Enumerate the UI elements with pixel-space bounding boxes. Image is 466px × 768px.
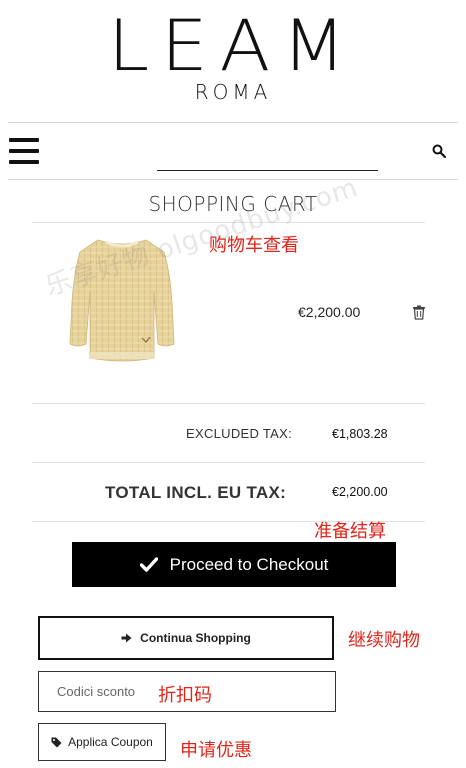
annotation-continue-shopping: 继续购物 (348, 630, 420, 651)
divider (32, 403, 425, 404)
annotation-apply-coupon: 申请优惠 (180, 740, 252, 761)
checkout-button-label: Proceed to Checkout (169, 554, 329, 574)
excluded-tax-label: EXCLUDED TAX: (186, 426, 293, 441)
header-divider-top (8, 122, 458, 123)
total-value: €2,200.00 (332, 485, 388, 499)
arrow-right-icon (121, 633, 132, 643)
annotation-prepare-checkout: 准备结算 (314, 521, 386, 542)
menu-icon[interactable] (9, 138, 39, 164)
continue-shopping-label: Continua Shopping (140, 631, 251, 645)
check-icon (139, 557, 158, 572)
tag-icon (51, 737, 62, 747)
logo-wordmark: LEAM (108, 5, 358, 87)
checkout-button[interactable]: Proceed to Checkout (72, 542, 396, 587)
apply-coupon-label: Applica Coupon (68, 735, 153, 749)
search-icon[interactable] (432, 144, 446, 158)
total-label: TOTAL INCL. EU TAX: (105, 483, 287, 502)
apply-coupon-button[interactable]: Applica Coupon (38, 723, 166, 761)
continue-shopping-button[interactable]: Continua Shopping (38, 616, 334, 660)
item-price: €2,200.00 (298, 304, 361, 320)
header-divider-bottom (8, 179, 458, 180)
annotation-discount-code: 折扣码 (158, 685, 212, 706)
trash-icon[interactable] (412, 305, 426, 320)
excluded-tax-value: €1,803.28 (332, 427, 388, 441)
divider (32, 462, 425, 463)
brand-logo[interactable]: LEAM ROMA (0, 5, 466, 104)
